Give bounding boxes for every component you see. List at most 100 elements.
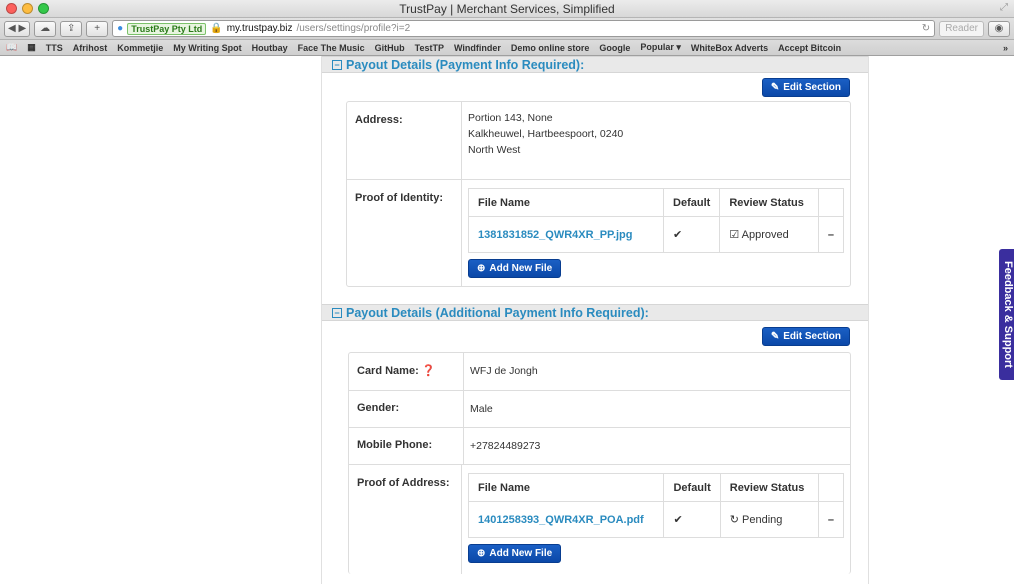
- bookmark-item[interactable]: TestTP: [415, 43, 444, 53]
- proof-of-identity-files: File Name Default Review Status 13818318…: [462, 180, 850, 286]
- bookmark-item[interactable]: Face The Music: [298, 43, 365, 53]
- review-status: ☑ Approved: [719, 216, 819, 253]
- section-title: Payout Details (Payment Info Required):: [346, 57, 585, 72]
- address-line: Kalkheuwel, Hartbeespoort, 0240: [468, 128, 624, 140]
- remove-file-button[interactable]: –: [817, 216, 845, 253]
- feedback-label: Feedback & Support: [1002, 261, 1014, 368]
- address-row: Address: Portion 143, None Kalkheuwel, H…: [347, 102, 850, 179]
- back-forward-buttons[interactable]: ◀ ▶: [4, 20, 31, 37]
- reader-button[interactable]: Reader: [939, 20, 984, 37]
- add-file-label: Add New File: [489, 262, 553, 274]
- add-file-label: Add New File: [489, 547, 553, 559]
- gender-label: Gender:: [349, 391, 464, 427]
- proof-of-address-label: Proof of Address:: [349, 465, 462, 574]
- mobile-phone-row: Mobile Phone: +27824489273: [349, 427, 850, 464]
- url-host: my.trustpay.biz: [226, 23, 293, 34]
- ev-certificate-badge: TrustPay Pty Ltd: [127, 22, 207, 35]
- window-title: TrustPay | Merchant Services, Simplified: [399, 2, 615, 16]
- icloud-icon[interactable]: ☁: [34, 20, 57, 37]
- bookmark-item[interactable]: Kommetjie: [117, 43, 163, 53]
- edit-section-button[interactable]: ✎ Edit Section: [761, 77, 850, 97]
- bookmark-item[interactable]: TTS: [46, 43, 63, 53]
- bookmark-item[interactable]: Afrihost: [73, 43, 108, 53]
- review-status: ↻ Pending: [719, 501, 819, 538]
- column-header: Default: [663, 473, 721, 502]
- status-text: Approved: [741, 228, 789, 241]
- collapse-icon[interactable]: −: [332, 307, 342, 318]
- proof-of-identity-row: Proof of Identity: File Name Default Rev…: [347, 179, 850, 286]
- remove-file-button[interactable]: –: [817, 501, 845, 538]
- bookmark-item[interactable]: Google: [599, 43, 630, 53]
- bookmarks-bar: 📖 ▦ TTS Afrihost Kommetjie My Writing Sp…: [0, 40, 1014, 56]
- additional-payout-panel: Card Name: ❓ WFJ de Jongh Gender: Male M…: [348, 352, 851, 574]
- table-header-row: File Name Default Review Status: [467, 473, 845, 502]
- bookmark-item[interactable]: Popular ▾: [640, 42, 681, 53]
- payout-section-header[interactable]: − Payout Details (Payment Info Required)…: [322, 56, 868, 73]
- files-table: File Name Default Review Status 14012583…: [467, 473, 845, 538]
- downloads-icon[interactable]: ◉: [988, 20, 1010, 37]
- add-new-file-button[interactable]: ⊕ Add New File: [468, 259, 562, 278]
- help-icon[interactable]: ❓: [422, 365, 436, 377]
- bookmark-item[interactable]: Accept Bitcoin: [778, 43, 841, 53]
- proof-of-identity-label: Proof of Identity:: [347, 180, 462, 286]
- zoom-window-button[interactable]: [38, 3, 49, 14]
- edit-row: ✎ Edit Section: [322, 73, 868, 101]
- bookmarks-overflow-icon[interactable]: »: [1003, 43, 1008, 53]
- edit-icon: ✎: [770, 81, 780, 93]
- edit-section-label: Edit Section: [783, 81, 841, 93]
- add-new-file-button[interactable]: ⊕ Add New File: [468, 544, 562, 563]
- column-header: Review Status: [719, 473, 819, 502]
- plus-circle-icon: ⊕: [477, 262, 486, 274]
- browser-toolbar: ◀ ▶ ☁ ⇪ + ● TrustPay Pty Ltd 🔒 my.trustp…: [0, 18, 1014, 40]
- bookmarks-icon[interactable]: 📖: [6, 42, 17, 53]
- collapse-icon[interactable]: −: [332, 59, 342, 70]
- file-link[interactable]: 1381831852_QWR4XR_PP.jpg: [478, 229, 633, 241]
- card-name-row: Card Name: ❓ WFJ de Jongh: [349, 353, 850, 390]
- address-value: Portion 143, None Kalkheuwel, Hartbeespo…: [462, 102, 850, 179]
- column-header-empty: [817, 188, 845, 217]
- top-sites-icon[interactable]: ▦: [27, 42, 36, 53]
- window-titlebar: TrustPay | Merchant Services, Simplified…: [0, 0, 1014, 18]
- address-line: Portion 143, None: [468, 112, 553, 124]
- card-name-label-text: Card Name:: [357, 365, 419, 377]
- address-bar[interactable]: ● TrustPay Pty Ltd 🔒 my.trustpay.biz/use…: [112, 20, 936, 37]
- plus-circle-icon: ⊕: [477, 547, 486, 559]
- table-row: 1401258393_QWR4XR_POA.pdf ✔ ↻ Pending –: [467, 501, 845, 538]
- edit-row: ✎ Edit Section: [322, 321, 868, 352]
- address-label: Address:: [347, 102, 462, 179]
- column-header-empty: [817, 473, 845, 502]
- bookmark-item[interactable]: Windfinder: [454, 43, 501, 53]
- bookmark-item[interactable]: WhiteBox Adverts: [691, 43, 768, 53]
- gender-row: Gender: Male: [349, 390, 850, 427]
- approved-icon: ☑: [729, 228, 740, 241]
- profile-content: − Payout Details (Payment Info Required)…: [321, 56, 869, 584]
- lock-icon: 🔒: [210, 23, 223, 34]
- card-name-label: Card Name: ❓: [349, 353, 464, 390]
- proof-of-address-row: Proof of Address: File Name Default Revi…: [349, 464, 850, 574]
- section-title: Payout Details (Additional Payment Info …: [346, 305, 649, 320]
- column-header: File Name: [467, 473, 665, 502]
- bookmark-item[interactable]: My Writing Spot: [173, 43, 241, 53]
- additional-payout-section-header[interactable]: − Payout Details (Additional Payment Inf…: [322, 304, 868, 321]
- share-icon[interactable]: ⇪: [60, 20, 83, 37]
- gender-value: Male: [470, 403, 493, 415]
- default-check-icon: ✔: [663, 216, 721, 253]
- file-link[interactable]: 1401258393_QWR4XR_POA.pdf: [478, 514, 644, 526]
- table-row: 1381831852_QWR4XR_PP.jpg ✔ ☑ Approved –: [467, 216, 845, 253]
- bookmark-item[interactable]: GitHub: [375, 43, 405, 53]
- payout-details-panel: Address: Portion 143, None Kalkheuwel, H…: [346, 101, 851, 287]
- bookmark-item[interactable]: Houtbay: [252, 43, 288, 53]
- column-header: Review Status: [719, 188, 819, 217]
- close-window-button[interactable]: [6, 3, 17, 14]
- reload-icon[interactable]: ↻: [922, 23, 930, 34]
- minimize-window-button[interactable]: [22, 3, 33, 14]
- new-tab-button[interactable]: +: [86, 20, 109, 37]
- fullscreen-icon[interactable]: ⤢: [1000, 2, 1008, 13]
- feedback-support-tab[interactable]: Feedback & Support: [999, 249, 1014, 380]
- site-info-icon: ●: [117, 23, 124, 34]
- card-name-value: WFJ de Jongh: [470, 365, 538, 377]
- bookmark-item[interactable]: Demo online store: [511, 43, 590, 53]
- edit-section-button[interactable]: ✎ Edit Section: [761, 327, 850, 346]
- mobile-phone-label: Mobile Phone:: [349, 428, 464, 464]
- mobile-phone-value: +27824489273: [470, 440, 541, 452]
